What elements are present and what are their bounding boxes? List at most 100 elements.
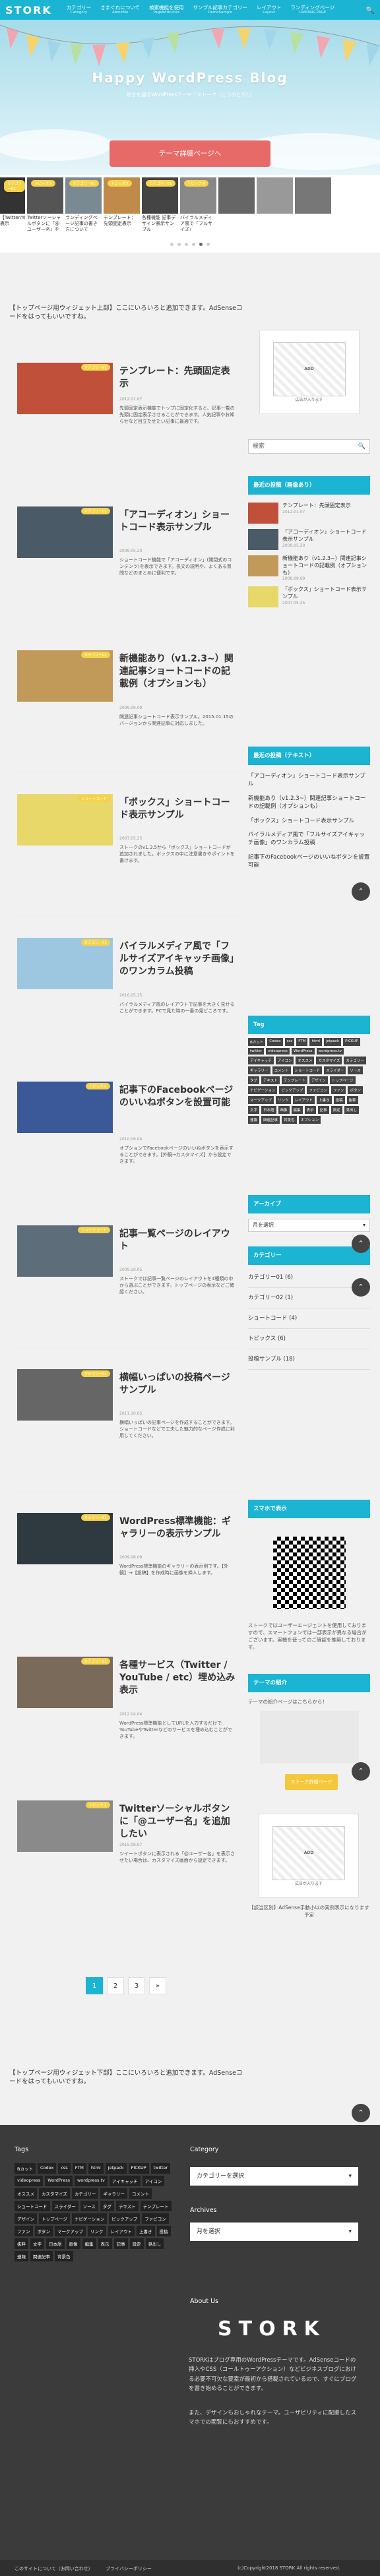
tag-link[interactable]: 見出し bbox=[344, 1106, 360, 1114]
archive-select[interactable]: 月を選択 bbox=[248, 1219, 370, 1232]
tag-link[interactable]: 表示 bbox=[304, 1106, 316, 1114]
sidebar-ad[interactable]: ADD 広告が入ります bbox=[259, 330, 360, 414]
slide-item[interactable]: トピックス テンプレート：先頭固定表示 bbox=[104, 177, 140, 231]
scroll-top-button[interactable]: ⌃ bbox=[352, 1762, 370, 1781]
tag-link[interactable]: ピックアップ bbox=[109, 2213, 141, 2224]
post-title[interactable]: Twitterソーシャルボタンに「@ユーザー名」を追加したい bbox=[119, 1803, 237, 1841]
post-card[interactable]: カテゴリー01 WordPress標準機能：ギャラリーの表示サンプル 2009.… bbox=[11, 1492, 240, 1636]
text-post-link[interactable]: 記事下のFacebookページのいいねボタンを設置可能 bbox=[248, 854, 370, 870]
tag-link[interactable]: ギャラリー bbox=[248, 1066, 270, 1074]
tag-link[interactable]: FTM bbox=[72, 2163, 86, 2174]
tag-link[interactable]: トップページ bbox=[329, 1076, 356, 1084]
post-card[interactable]: トピックス Twitterソーシャルボタンに「@ユーザー名」を追加したい 201… bbox=[11, 1779, 240, 1923]
tag-link[interactable]: スライダー bbox=[51, 2201, 79, 2211]
tag-link[interactable]: css bbox=[284, 1038, 295, 1046]
scroll-top-button[interactable]: ⌃ bbox=[352, 2104, 370, 2122]
tag-link[interactable]: 記事 bbox=[113, 2238, 128, 2249]
tag-link[interactable]: Bカット bbox=[15, 2163, 36, 2174]
post-card[interactable]: ショートコード 「ボックス」ショートコード表示サンプル 2007.05.25 ス… bbox=[11, 773, 240, 917]
tag-link[interactable]: 関連記事 bbox=[30, 2251, 53, 2261]
tag-link[interactable]: カテゴリー bbox=[71, 2188, 99, 2199]
tag-link[interactable]: デザイン bbox=[15, 2213, 37, 2224]
footer-link-privacy[interactable]: プライバシーポリシー bbox=[106, 2565, 152, 2572]
scroll-top-button[interactable]: ⌃ bbox=[352, 1278, 370, 1297]
tag-link[interactable]: 上書き bbox=[137, 2226, 155, 2236]
tag-link[interactable]: html bbox=[309, 1038, 322, 1046]
nav-item-sample[interactable]: サンプル記事カテゴリー DemoSample bbox=[193, 5, 247, 15]
nav-item-search[interactable]: 検索機能を使用 PageWithLinks bbox=[149, 5, 184, 15]
category-item[interactable]: 投稿サンプル (18) bbox=[248, 1349, 370, 1370]
tag-link[interactable]: マークアップ bbox=[55, 2226, 86, 2236]
page-3[interactable]: 3 bbox=[128, 1977, 145, 1994]
scroll-top-button[interactable]: ⌃ bbox=[352, 1235, 370, 1253]
tag-link[interactable]: wordpress.tv bbox=[75, 2176, 108, 2186]
tag-link[interactable]: タグ bbox=[100, 2201, 114, 2211]
tag-link[interactable]: リンク bbox=[88, 2226, 106, 2236]
tag-link[interactable]: videopress bbox=[15, 2176, 44, 2186]
tag-link[interactable]: 投稿 bbox=[156, 2226, 171, 2236]
tag-link[interactable]: 上書き bbox=[317, 1096, 332, 1104]
tag-link[interactable]: オススメ bbox=[296, 1057, 315, 1064]
text-post-link[interactable]: 新機能あり（v1.2.3~）関連記事ショートコードの記載例（オプションも） bbox=[248, 795, 370, 811]
slide-item[interactable]: カテゴリー01 各種機能 記事デザイン表示サンプル bbox=[142, 177, 178, 231]
slider-dot[interactable] bbox=[185, 243, 188, 246]
tag-link[interactable]: レイアウト bbox=[108, 2226, 135, 2236]
site-logo[interactable]: STORK bbox=[5, 4, 52, 16]
slide-item[interactable]: トピックス バイラルメディア風で「フルサイズ」 bbox=[180, 177, 216, 231]
footer-link-about[interactable]: このサイトについて（お問い合わせ） bbox=[15, 2565, 93, 2572]
tag-link[interactable]: マークアップ bbox=[248, 1096, 274, 1104]
tag-link[interactable]: ソース bbox=[348, 1066, 363, 1074]
tag-link[interactable]: 背景色 bbox=[55, 2251, 73, 2261]
slider-dot[interactable] bbox=[170, 243, 174, 246]
tag-link[interactable]: テキスト bbox=[261, 1076, 280, 1084]
tag-link[interactable]: 画像 bbox=[278, 1106, 290, 1114]
post-card[interactable]: カテゴリー01 「アコーディオン」ショートコード表示サンプル 2009.05.2… bbox=[11, 485, 240, 629]
tag-link[interactable]: WordPress bbox=[291, 1048, 315, 1055]
slider-dot-active[interactable] bbox=[199, 243, 203, 246]
tag-link[interactable]: css bbox=[58, 2163, 71, 2174]
post-title[interactable]: 記事一覧ページのレイアウト bbox=[119, 1228, 237, 1253]
tag-link[interactable]: タグ bbox=[248, 1076, 260, 1084]
page-next[interactable]: » bbox=[149, 1977, 166, 1994]
tag-link[interactable]: 設定 bbox=[331, 1106, 342, 1114]
tag-link[interactable]: カスタマイズ bbox=[316, 1057, 342, 1064]
tag-link[interactable]: 見出し bbox=[145, 2238, 164, 2249]
tag-link[interactable]: Codex bbox=[37, 2163, 57, 2174]
post-card[interactable]: カテゴリー01 バイラルメディア風で「フルサイズアイキャッチ画像」のワンカラム投… bbox=[11, 917, 240, 1060]
tag-link[interactable]: Codex bbox=[267, 1038, 283, 1046]
stork-detail-button[interactable]: ストーク詳細ページ bbox=[285, 1774, 338, 1790]
footer-category-select[interactable]: カテゴリーを選択 bbox=[190, 2167, 358, 2186]
post-card[interactable]: カテゴリー01 テンプレート：先頭固定表示 2012.01.07 先頭固定表示機… bbox=[11, 342, 240, 485]
slider-dot[interactable] bbox=[206, 243, 210, 246]
tag-link[interactable]: 速報 bbox=[15, 2251, 28, 2261]
tag-link[interactable]: ファン bbox=[331, 1086, 346, 1094]
tag-link[interactable]: FTM bbox=[296, 1038, 308, 1046]
tag-link[interactable]: 抜粋 bbox=[346, 1096, 358, 1104]
tag-link[interactable]: WordPress bbox=[45, 2176, 73, 2186]
sidebar-ad-2[interactable]: ADD 広告が入ります bbox=[259, 1814, 359, 1898]
tag-link[interactable]: オプション bbox=[298, 1116, 321, 1124]
tag-link[interactable]: トップページ bbox=[39, 2213, 70, 2224]
tag-link[interactable]: 文字 bbox=[248, 1106, 260, 1114]
slide-item[interactable] bbox=[218, 177, 255, 231]
category-item[interactable]: トピックス (6) bbox=[248, 1329, 370, 1349]
recent-post-item[interactable]: 新機能あり（v1.2.3~）関連記事ショートコードの記載例（オプションも） 200… bbox=[248, 555, 370, 581]
post-title[interactable]: 記事下のFacebookページのいいねボタンを設置可能 bbox=[119, 1084, 237, 1109]
nav-item-about[interactable]: きまぐれについて AboutMe bbox=[100, 5, 140, 15]
tag-link[interactable]: html bbox=[88, 2163, 104, 2174]
theme-detail-button[interactable]: テーマ詳細ページへ bbox=[110, 140, 270, 167]
tag-link[interactable]: ナビゲーション bbox=[71, 2213, 108, 2224]
tag-link[interactable]: カテゴリー bbox=[344, 1057, 366, 1064]
slide-item[interactable]: トピックス Twitterソーシャルボタンに「@ユーザー名」を追加 bbox=[27, 177, 63, 231]
post-title[interactable]: 「アコーディオン」ショートコード表示サンプル bbox=[119, 509, 237, 534]
tag-link[interactable]: wordpress.tv bbox=[316, 1048, 344, 1055]
tag-link[interactable]: ファビコン bbox=[142, 2213, 169, 2224]
tag-link[interactable]: レイアウト bbox=[292, 1096, 315, 1104]
tag-link[interactable]: 画像 bbox=[66, 2238, 80, 2249]
tag-link[interactable]: デザイン bbox=[309, 1076, 328, 1084]
tag-link[interactable]: ピックアップ bbox=[279, 1086, 305, 1094]
tag-link[interactable]: アイコン bbox=[142, 2176, 165, 2186]
post-card[interactable]: カテゴリー01 横幅いっぱいの投稿ページサンプル 2011.10.05 横幅いっ… bbox=[11, 1348, 240, 1492]
post-title[interactable]: バイラルメディア風で「フルサイズアイキャッチ画像」のワンカラム投稿 bbox=[119, 940, 237, 978]
tag-link[interactable]: アイコン bbox=[275, 1057, 294, 1064]
